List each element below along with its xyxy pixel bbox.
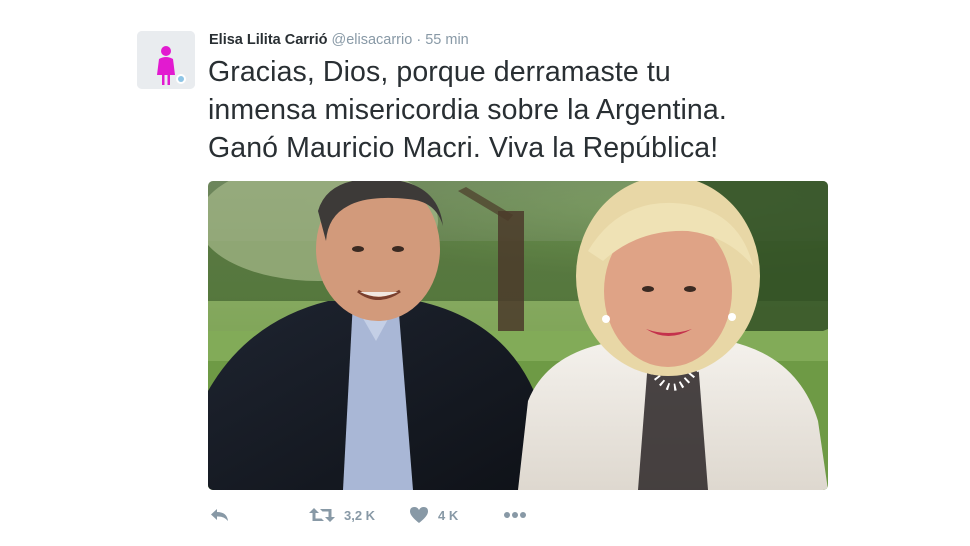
tweet-header: Elisa Lilita Carrió @elisacarrio · 55 mi… xyxy=(209,30,469,50)
retweet-count: 3,2 K xyxy=(344,507,376,523)
photo-image xyxy=(208,181,828,490)
more-button[interactable] xyxy=(502,503,528,527)
heart-icon xyxy=(410,507,428,523)
tweet-photo[interactable] xyxy=(208,181,828,490)
more-dots-icon xyxy=(504,512,526,518)
header-separator: · xyxy=(416,32,422,48)
tweet-card: Elisa Lilita Carrió @elisacarrio · 55 mi… xyxy=(0,0,970,546)
retweet-button[interactable]: 3,2 K xyxy=(308,503,375,527)
tweet-text-line: Ganó Mauricio Macri. Viva la República! xyxy=(208,132,719,164)
like-count: 4 K xyxy=(438,507,459,523)
tweet-text: Gracias, Dios, porque derramaste tu inme… xyxy=(208,53,868,167)
avatar-figure-icon xyxy=(137,31,195,89)
author-handle[interactable]: @elisacarrio xyxy=(332,32,413,48)
tweet-timestamp[interactable]: 55 min xyxy=(425,32,469,48)
retweet-icon xyxy=(309,508,335,522)
tweet-actions: 3,2 K 4 K xyxy=(208,503,548,527)
author-name[interactable]: Elisa Lilita Carrió xyxy=(209,32,327,48)
reply-icon xyxy=(211,509,228,521)
tweet-text-line: inmensa misericordia sobre la Argentina. xyxy=(208,94,727,126)
verified-badge-icon xyxy=(176,74,186,84)
avatar[interactable] xyxy=(137,31,195,89)
like-button[interactable]: 4 K xyxy=(408,503,458,527)
reply-button[interactable] xyxy=(208,503,232,527)
tweet-text-line: Gracias, Dios, porque derramaste tu xyxy=(208,56,671,88)
